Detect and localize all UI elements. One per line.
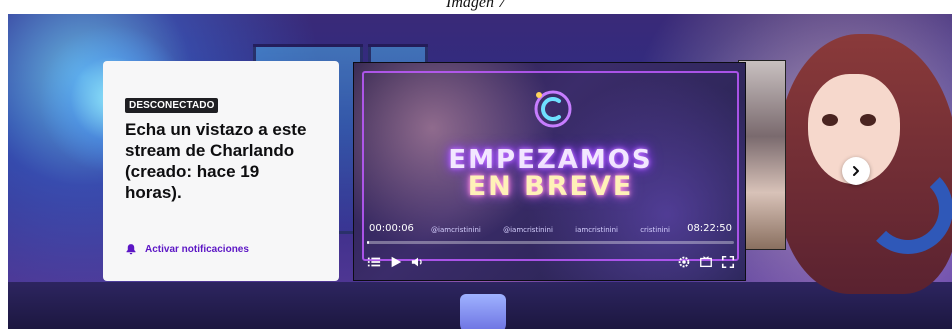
offline-description: Echa un vistazo a este stream de Charlan… [125,120,307,202]
offline-info-card: DESCONECTADO Echa un vistazo a este stre… [103,61,339,281]
play-button[interactable] [388,254,404,270]
chevron-right-icon [853,166,859,176]
fullscreen-button[interactable] [720,254,736,270]
banner-character-eye [822,114,838,126]
status-badge: DESCONECTADO [125,98,219,113]
channel-logo [534,90,572,128]
social-twitter: @iamcristinini [503,226,553,234]
top-caption: Imagen 7 [0,0,952,14]
banner-mug [460,294,506,329]
banner-headphones [863,164,952,254]
carousel-next-button[interactable] [842,157,870,185]
activate-notifications-label: Activar notificaciones [145,243,249,255]
banner-character-eye [860,114,876,126]
chapters-button[interactable] [366,254,382,270]
social-tiktok: iamcristinini [575,226,618,234]
volume-button[interactable] [410,254,426,270]
video-duration: 08:22:50 [687,223,732,234]
bell-icon [126,244,136,255]
seek-bar-fill [367,241,369,244]
play-icon [391,256,402,268]
fullscreen-icon [721,255,735,269]
seek-bar[interactable] [367,241,734,244]
theatre-mode-button[interactable] [698,254,714,270]
current-time: 00:00:06 [369,223,414,234]
social-instagram: @iamcristinini [431,226,481,234]
settings-icon [678,256,690,268]
social-youtube: cristinini [640,226,670,234]
stream-headline-line2: EN BREVE [467,171,634,202]
settings-button[interactable] [676,254,692,270]
video-player[interactable]: EMPEZAMOS EN BREVE @iamcristinini @iamcr… [353,62,746,281]
volume-icon [411,257,422,267]
theatre-mode-icon [700,256,712,268]
list-icon [367,257,381,267]
activate-notifications-button[interactable]: Activar notificaciones [125,243,249,255]
